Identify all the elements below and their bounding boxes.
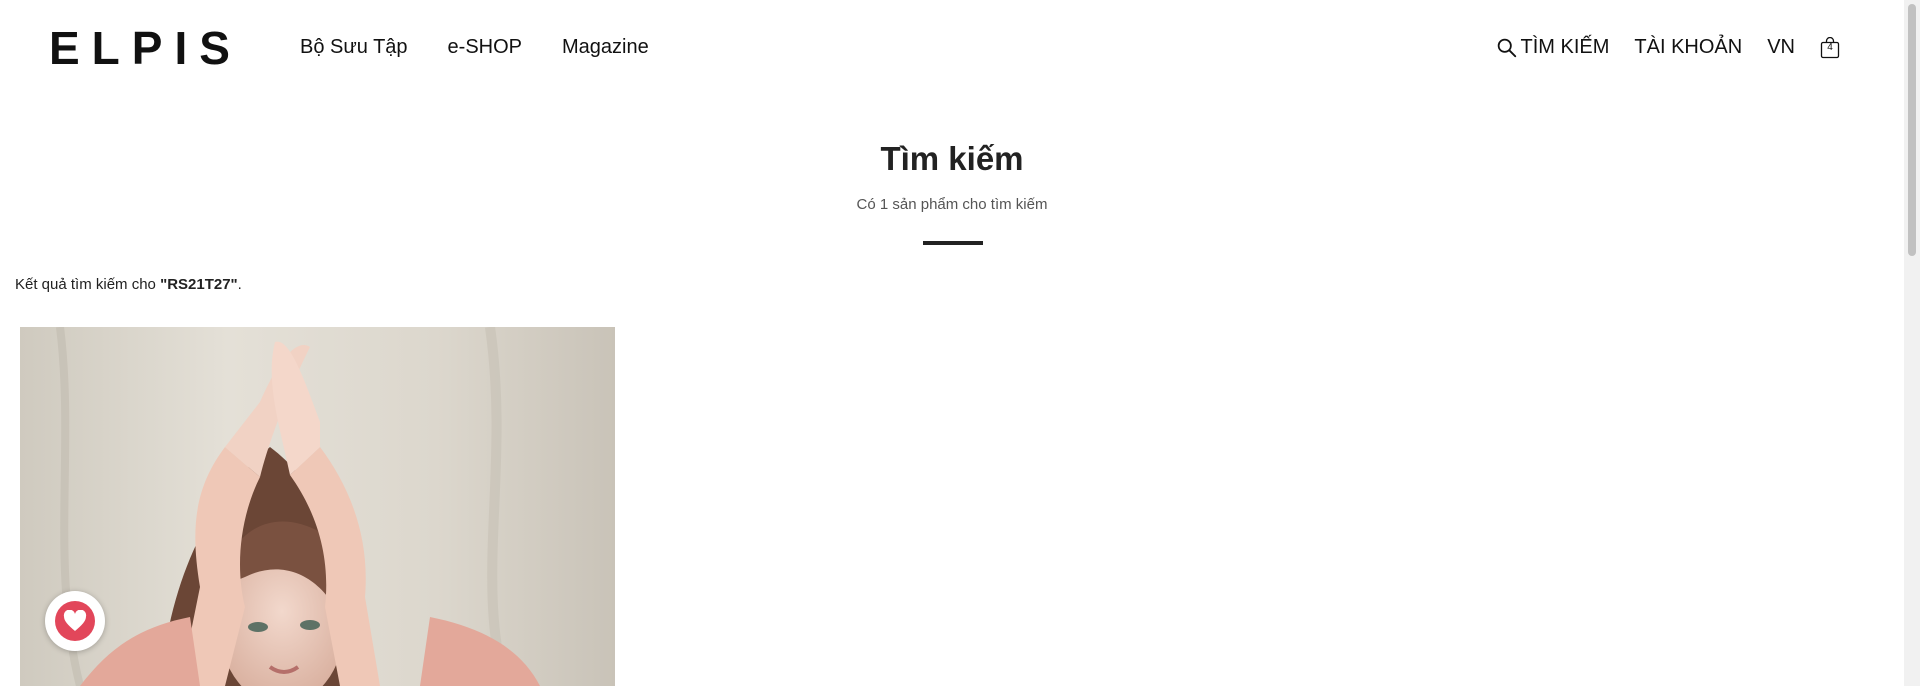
cart-count: 4 [1827,41,1833,53]
page-subtitle: Có 1 sản phẩm cho tìm kiếm [856,196,1048,213]
search-result-summary: Kết quả tìm kiếm cho "RS21T27". [15,276,242,293]
main-nav: Bộ Sưu Tập e-SHOP Magazine [300,36,649,59]
product-photo [20,327,615,686]
nav-item-collections[interactable]: Bộ Sưu Tập [300,36,408,59]
cart-button[interactable]: 4 [1820,36,1840,59]
heart-icon [63,610,87,631]
header-actions: TÌM KIẾM TÀI KHOẢN VN 4 [1496,36,1840,59]
scrollbar-thumb[interactable] [1908,4,1916,256]
product-card-image[interactable] [20,327,615,686]
page-title: Tìm kiếm [880,140,1024,177]
search-link[interactable]: TÌM KIẾM [1496,36,1610,59]
site-header: ELPIS Bộ Sưu Tập e-SHOP Magazine TÌM KIẾ… [0,0,1904,100]
search-label: TÌM KIẾM [1520,36,1610,58]
page-scrollbar[interactable] [1904,0,1920,686]
result-prefix: Kết quả tìm kiếm cho [15,276,161,293]
nav-item-magazine[interactable]: Magazine [562,36,649,59]
result-suffix: . [237,276,242,293]
title-divider [923,241,983,245]
brand-logo[interactable]: ELPIS [49,25,242,71]
result-query: "RS21T27" [160,276,238,293]
language-switch[interactable]: VN [1767,36,1795,59]
nav-item-eshop[interactable]: e-SHOP [448,36,522,59]
wishlist-button[interactable] [45,591,105,651]
account-link[interactable]: TÀI KHOẢN [1634,36,1742,59]
search-icon [1497,38,1516,58]
wishlist-button-inner [55,601,95,641]
